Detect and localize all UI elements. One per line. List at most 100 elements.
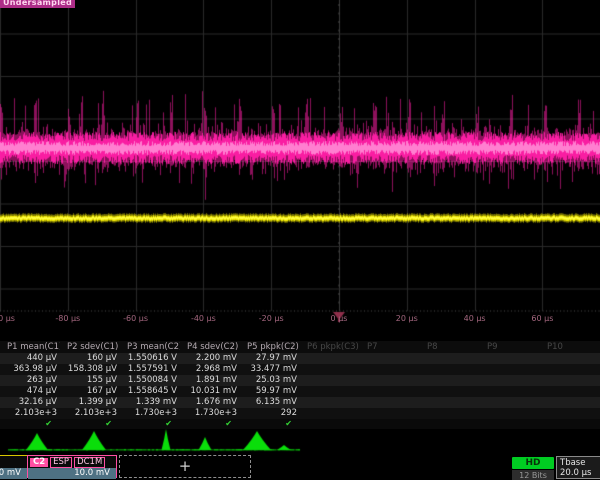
time-axis-label: -40 µs [191, 314, 216, 323]
measure-num-cell: 2.103e+3 [60, 408, 120, 419]
measure-sdev-cell [300, 397, 360, 408]
timebase-descriptor[interactable]: Tbase 20.0 µs [556, 456, 600, 479]
add-channel-button[interactable]: + [119, 455, 251, 478]
measure-mean-cell [540, 364, 600, 375]
measure-value-cell: 2.200 mV [180, 353, 240, 364]
measure-mean-cell: 33.477 mV [240, 364, 300, 375]
measure-min-cell [420, 375, 480, 386]
measure-header-p6[interactable]: P6 pkpk(C3) [300, 341, 360, 353]
measure-max-cell: 1.558645 V [120, 386, 180, 397]
time-axis-label: -80 µs [55, 314, 80, 323]
measure-sdev-cell: 6.135 mV [240, 397, 300, 408]
channel-c2-coupling-badge: DC1M [74, 457, 105, 468]
undersampled-warning: Undersampled [0, 0, 75, 8]
measure-num-cell: 1.730e+3 [180, 408, 240, 419]
measure-value-cell [540, 353, 600, 364]
measure-mean-cell [360, 364, 420, 375]
timebase-label: Tbase [557, 457, 600, 468]
measure-num-cell [360, 408, 420, 419]
measure-sdev-cell [420, 397, 480, 408]
measure-max-cell: 474 µV [0, 386, 60, 397]
measure-mean-cell [420, 364, 480, 375]
time-axis-label: -20 µs [259, 314, 284, 323]
measure-num-cell [420, 408, 480, 419]
measure-header-p7[interactable]: P7 [360, 341, 420, 353]
measure-min-cell: 25.03 mV [240, 375, 300, 386]
measure-sdev-cell: 1.399 µV [60, 397, 120, 408]
measure-header-p3[interactable]: P3 mean(C2) [120, 341, 180, 353]
measure-num-cell [480, 408, 540, 419]
measure-status-check-icon [300, 419, 360, 429]
measure-header-p2[interactable]: P2 sdev(C1) [60, 341, 120, 353]
measure-header-p9[interactable]: P9 [480, 341, 540, 353]
measure-min-cell: 1.550084 V [120, 375, 180, 386]
oscilloscope-screen: Undersampled -100 µs-80 µs-60 µs-40 µs-2… [0, 0, 600, 480]
time-axis-label: 20 µs [396, 314, 418, 323]
measure-mean-cell: 2.968 mV [180, 364, 240, 375]
measure-max-cell [540, 386, 600, 397]
time-axis-label: -100 µs [0, 314, 15, 323]
measure-status-check-icon: ✔ [0, 419, 60, 429]
measure-sdev-cell [480, 397, 540, 408]
measure-value-cell [300, 353, 360, 364]
measure-min-cell [480, 375, 540, 386]
channel-descriptor-c2[interactable]: C2 ESP DC1M 10.0 mV [27, 455, 117, 478]
measure-header-p5[interactable]: P5 pkpk(C2) [240, 341, 300, 353]
measure-mean-cell: 363.98 µV [0, 364, 60, 375]
measure-sdev-cell: 1.339 mV [120, 397, 180, 408]
measure-min-cell: 263 µV [0, 375, 60, 386]
measure-status-check-icon: ✔ [180, 419, 240, 429]
measure-status-check-icon [480, 419, 540, 429]
measure-status-check-icon: ✔ [120, 419, 180, 429]
acquisition-mode: HD 12 Bits [512, 457, 554, 480]
measure-mean-cell: 158.308 µV [60, 364, 120, 375]
measure-max-cell: 59.97 mV [240, 386, 300, 397]
measure-table: P1 mean(C1)P2 sdev(C1)P3 mean(C2)P4 sdev… [0, 341, 600, 429]
time-axis-label: 0 µs [331, 314, 348, 323]
measure-header-p8[interactable]: P8 [420, 341, 480, 353]
hd-badge[interactable]: HD [512, 457, 554, 469]
time-axis-label: 60 µs [531, 314, 553, 323]
measure-num-cell: 2.103e+3 [0, 408, 60, 419]
measure-min-cell [540, 375, 600, 386]
measure-status-check-icon: ✔ [240, 419, 300, 429]
measure-mean-cell [300, 364, 360, 375]
measure-sdev-cell [540, 397, 600, 408]
measure-max-cell [360, 386, 420, 397]
measure-num-cell: 1.730e+3 [120, 408, 180, 419]
measure-num-cell [300, 408, 360, 419]
measure-sdev-cell: 1.676 mV [180, 397, 240, 408]
plus-icon: + [179, 457, 192, 475]
measure-max-cell: 10.031 mV [180, 386, 240, 397]
measure-mean-cell [480, 364, 540, 375]
measure-min-cell: 155 µV [60, 375, 120, 386]
channel-c2-scale: 10.0 mV [28, 468, 116, 479]
measure-status-check-icon [360, 419, 420, 429]
measure-header-p4[interactable]: P4 sdev(C2) [180, 341, 240, 353]
channel-c2-esp-badge: ESP [50, 457, 72, 468]
measure-num-cell: 292 [240, 408, 300, 419]
channel-c1-scale: 10.0 mV [0, 468, 27, 479]
measure-value-cell: 27.97 mV [240, 353, 300, 364]
measure-value-cell [480, 353, 540, 364]
time-axis-label: 40 µs [464, 314, 486, 323]
measure-header-p10[interactable]: P10 [540, 341, 600, 353]
measure-min-cell [360, 375, 420, 386]
time-axis: -100 µs-80 µs-60 µs-40 µs-20 µs0 µs20 µs… [0, 314, 600, 327]
adc-bits-label: 12 Bits [512, 470, 554, 480]
measure-status-check-icon [540, 419, 600, 429]
measure-sdev-cell: 32.16 µV [0, 397, 60, 408]
measure-header-p1[interactable]: P1 mean(C1) [0, 341, 60, 353]
measure-status-check-icon [420, 419, 480, 429]
measure-max-cell [300, 386, 360, 397]
channel-descriptor-c1[interactable]: C1 DC1M 10.0 mV [0, 455, 28, 478]
measure-value-cell: 160 µV [60, 353, 120, 364]
measure-min-cell [300, 375, 360, 386]
measure-min-cell: 1.891 mV [180, 375, 240, 386]
measure-value-cell [420, 353, 480, 364]
measure-max-cell: 167 µV [60, 386, 120, 397]
measure-sdev-cell [360, 397, 420, 408]
measure-value-cell: 1.550616 V [120, 353, 180, 364]
timebase-value: 20.0 µs [557, 468, 600, 478]
measure-max-cell [420, 386, 480, 397]
